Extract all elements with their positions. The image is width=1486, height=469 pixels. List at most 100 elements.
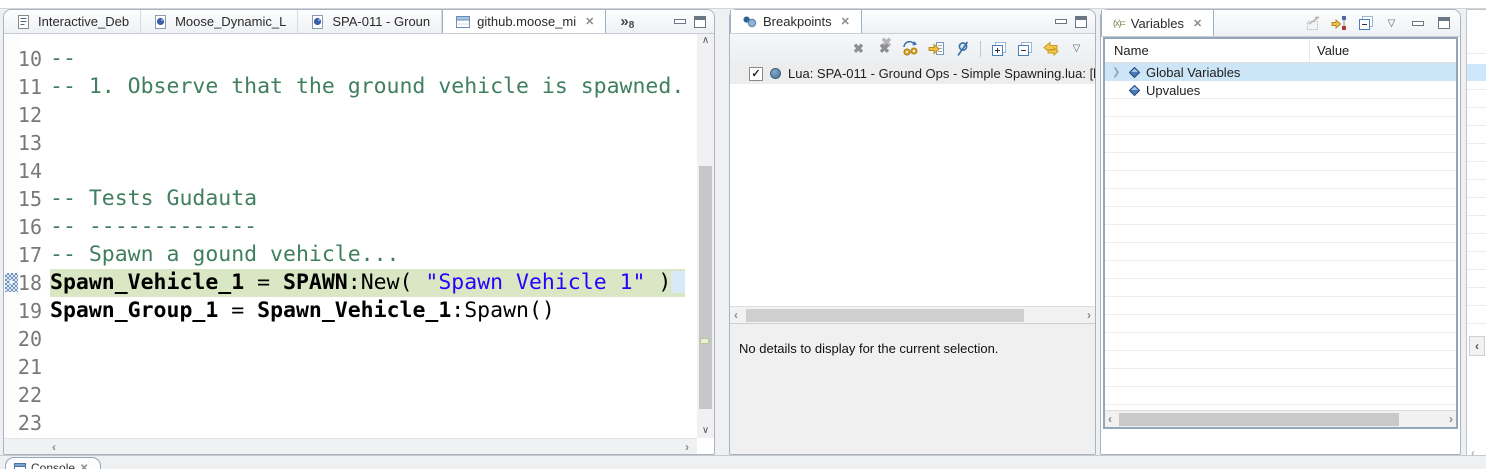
scroll-right-arrow-icon[interactable]: › xyxy=(1449,411,1453,427)
breakpoint-label: Lua: SPA-011 - Ground Ops - Simple Spawn… xyxy=(788,66,1095,81)
line-text: -- Spawn a gound vehicle... xyxy=(50,241,400,269)
code-line[interactable]: 10-- xyxy=(4,45,697,73)
scroll-left-arrow-icon[interactable]: ‹ xyxy=(734,307,738,323)
line-number: 19 xyxy=(4,297,50,325)
collapse-all-icon[interactable] xyxy=(1016,40,1033,57)
code-line[interactable]: 13 xyxy=(4,129,697,157)
code-line[interactable]: 23 xyxy=(4,409,697,437)
minimize-button[interactable] xyxy=(674,19,686,24)
toolbar-remnant-strip xyxy=(0,0,1486,9)
code-line[interactable]: 22 xyxy=(4,381,697,409)
link-with-debug-view-icon[interactable] xyxy=(1042,40,1059,57)
maximize-icon[interactable] xyxy=(1435,15,1452,32)
separator xyxy=(980,41,981,57)
scroll-down-arrow-icon[interactable]: ∨ xyxy=(697,424,714,438)
variables-tree-container: Name Value ❯ Global Variables Upvalues ‹ › xyxy=(1103,37,1458,429)
line-text: -- 1. Observe that the ground vehicle is… xyxy=(50,73,684,101)
variables-rows: ❯ Global Variables Upvalues xyxy=(1105,63,1456,410)
code-line[interactable]: 11-- 1. Observe that the ground vehicle … xyxy=(4,73,697,101)
view-menu-icon[interactable]: ▽ xyxy=(1068,40,1085,57)
expand-all-icon[interactable] xyxy=(990,40,1007,57)
variable-name: Global Variables xyxy=(1146,65,1240,80)
breakpoints-details-pane: No details to display for the current se… xyxy=(730,323,1095,454)
code-line[interactable]: 16-- ------------- xyxy=(4,213,697,241)
editor-tab[interactable]: github.moose_mi✕ xyxy=(442,10,606,33)
close-icon[interactable]: ✕ xyxy=(80,463,88,469)
expand-chevron-icon[interactable]: ❯ xyxy=(1112,67,1120,78)
breakpoints-tab-label: Breakpoints xyxy=(763,14,832,29)
maximize-button[interactable] xyxy=(694,16,706,28)
code-line[interactable]: 19Spawn_Group_1 = Spawn_Vehicle_1:Spawn(… xyxy=(4,297,697,325)
clipped-selection-row xyxy=(1467,64,1486,81)
lua-file-icon[interactable] xyxy=(309,13,326,30)
code-line[interactable]: 15-- Tests Gudauta xyxy=(4,185,697,213)
editor-tab[interactable]: Moose_Dynamic_L xyxy=(141,10,298,33)
scroll-up-arrow-icon[interactable]: ∧ xyxy=(697,34,714,48)
variables-view-icon: (x)= xyxy=(1113,18,1125,28)
remove-breakpoint-icon[interactable]: ✖ xyxy=(850,40,867,57)
collapsed-pane-arrow[interactable]: ‹ xyxy=(1469,336,1485,356)
code-line[interactable]: 21 xyxy=(4,353,697,381)
editor-tab[interactable]: SPA-011 - Groun xyxy=(298,10,442,33)
scroll-right-arrow-icon[interactable]: › xyxy=(1087,307,1091,323)
column-header-value[interactable]: Value xyxy=(1317,39,1349,63)
collapse-all-icon[interactable] xyxy=(1357,15,1374,32)
breakpoint-list-item[interactable]: ✓ Lua: SPA-011 - Ground Ops - Simple Spa… xyxy=(730,63,1095,84)
breakpoints-tree[interactable]: ✓ Lua: SPA-011 - Ground Ops - Simple Spa… xyxy=(730,63,1095,306)
maximize-button[interactable] xyxy=(1075,16,1087,28)
tab-console[interactable]: Console ✕ xyxy=(5,457,101,469)
tab-variables[interactable]: (x)= Variables ✕ xyxy=(1101,10,1214,36)
code-line[interactable]: 18Spawn_Vehicle_1 = SPAWN:New( "Spawn Ve… xyxy=(4,269,697,297)
minimize-button[interactable] xyxy=(1055,19,1067,24)
tab-overflow-chevron[interactable]: »8 xyxy=(606,10,640,33)
lua-file-icon[interactable] xyxy=(152,13,169,30)
close-icon[interactable]: ✕ xyxy=(585,15,594,28)
editor-window-icon[interactable] xyxy=(454,13,471,30)
code-line[interactable]: 14 xyxy=(4,157,697,185)
clipped-side-panel: ‹ ‹ xyxy=(1466,9,1486,455)
editor-tab[interactable]: Interactive_Deb xyxy=(4,10,141,33)
skip-all-breakpoints-icon[interactable] xyxy=(954,40,971,57)
remove-all-breakpoints-icon[interactable]: ✖✖ xyxy=(876,40,893,57)
code-line[interactable]: 17-- Spawn a gound vehicle... xyxy=(4,241,697,269)
breakpoints-hscroll-thumb[interactable] xyxy=(746,309,1024,322)
tab-breakpoints[interactable]: Breakpoints ✕ xyxy=(730,10,862,33)
show-supported-breakpoints-icon[interactable] xyxy=(902,40,919,57)
variable-row[interactable]: Upvalues xyxy=(1105,81,1456,99)
scroll-left-arrow-icon[interactable]: ‹ xyxy=(1108,411,1112,427)
code-line[interactable]: 20 xyxy=(4,325,697,353)
close-icon[interactable]: ✕ xyxy=(841,15,850,28)
show-type-names-icon[interactable] xyxy=(1305,15,1322,32)
variable-name: Upvalues xyxy=(1146,83,1200,98)
variable-row[interactable]: ❯ Global Variables xyxy=(1105,63,1456,81)
line-number: 20 xyxy=(4,325,50,353)
goto-file-for-breakpoint-icon[interactable] xyxy=(928,40,945,57)
console-doc-icon[interactable] xyxy=(15,13,32,30)
column-header-name[interactable]: Name xyxy=(1114,39,1149,63)
editor-horizontal-scrollbar[interactable]: ‹ › xyxy=(4,438,697,454)
line-number: 13 xyxy=(4,129,50,157)
line-number: 12 xyxy=(4,101,50,129)
variables-panel-footer xyxy=(1103,429,1458,452)
editor-vertical-scrollbar[interactable]: ∧ ∨ xyxy=(697,34,714,438)
scroll-left-arrow-icon[interactable]: ‹ xyxy=(52,439,56,455)
breakpoints-toolbar: ✖✖✖▽ xyxy=(730,34,1095,63)
no-details-text: No details to display for the current se… xyxy=(739,341,998,356)
breakpoint-checkbox[interactable]: ✓ xyxy=(749,67,763,81)
variables-table-header[interactable]: Name Value xyxy=(1105,39,1456,63)
chevron-double-icon: » xyxy=(620,13,628,30)
minimize-icon[interactable] xyxy=(1409,15,1426,32)
show-logical-structure-icon[interactable] xyxy=(1331,15,1348,32)
close-icon[interactable]: ✕ xyxy=(1193,17,1202,30)
line-number: 11 xyxy=(4,73,50,101)
instruction-pointer-icon: ➤ xyxy=(5,273,18,292)
code-editor[interactable]: 10--11-- 1. Observe that the ground vehi… xyxy=(4,34,714,438)
editor-vscroll-thumb[interactable] xyxy=(699,166,712,409)
scroll-right-arrow-icon[interactable]: › xyxy=(685,439,689,455)
variables-hscroll-thumb[interactable] xyxy=(1119,413,1399,426)
code-line[interactable]: 12 xyxy=(4,101,697,129)
breakpoints-horizontal-scrollbar[interactable]: ‹ › xyxy=(730,306,1095,323)
console-tab-label: Console xyxy=(31,461,75,469)
view-menu-icon[interactable]: ▽ xyxy=(1383,15,1400,32)
variables-horizontal-scrollbar[interactable]: ‹ › xyxy=(1105,410,1456,427)
